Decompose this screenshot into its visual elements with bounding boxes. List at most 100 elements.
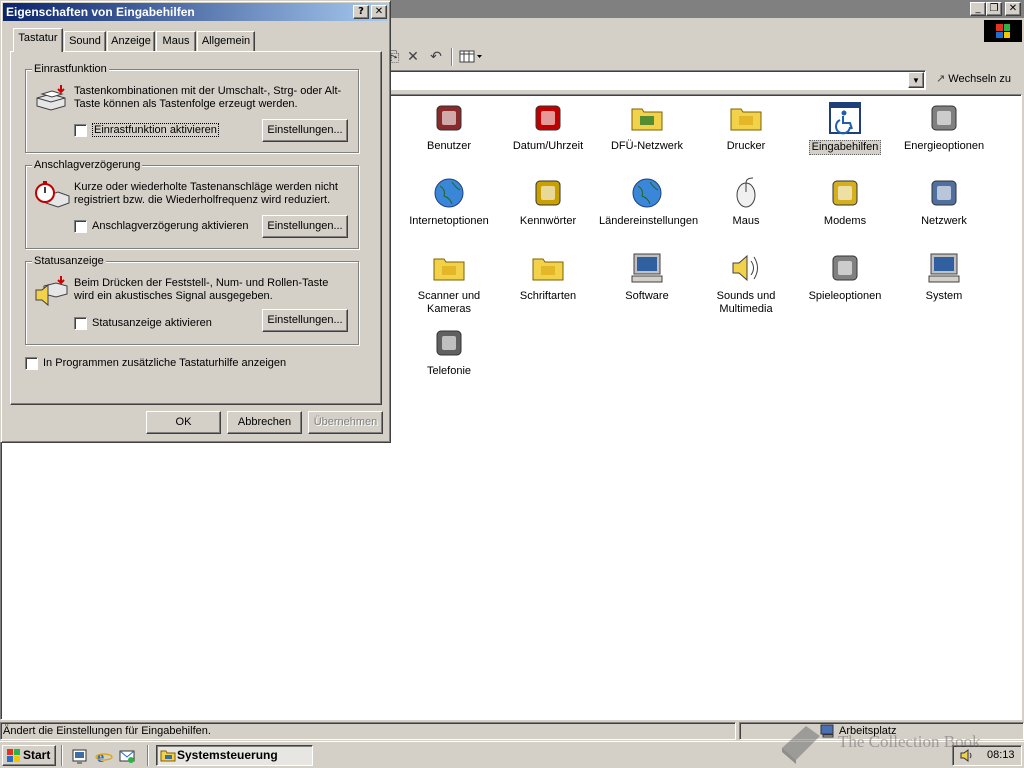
help-button[interactable]: ? [353,5,369,19]
outlook-express-icon[interactable] [118,747,136,765]
control-panel-item[interactable]: Scanner und Kameras [399,251,499,316]
sticky-keys-settings-button[interactable]: Einstellungen... [262,119,348,142]
control-panel-folder-icon [160,748,176,768]
speaker-icon [729,251,763,285]
ok-button[interactable]: OK [146,411,221,434]
keys-icon [531,176,565,210]
undo-icon[interactable]: ↶ [426,48,446,66]
control-panel-item[interactable]: Sounds und Multimedia [696,251,796,316]
date-time-icon [531,101,565,135]
tab-maus[interactable]: Maus [156,31,196,51]
tab-label: Allgemein [201,35,251,47]
toggle-keys-checkbox-label[interactable]: Statusanzeige aktivieren [92,317,212,330]
control-panel-item-label: Netzwerk [921,215,967,227]
toggle-keys-settings-button[interactable]: Einstellungen... [262,309,348,332]
tab-anzeige[interactable]: Anzeige [107,31,155,51]
address-input[interactable]: ▼ [380,70,926,90]
task-button-systemsteuerung[interactable]: Systemsteuerung [156,745,313,766]
control-panel-item[interactable]: Kennwörter [498,176,598,228]
group-title: Einrastfunktion [32,62,109,76]
control-panel-item-label: Internetoptionen [409,215,489,227]
internet-explorer-icon[interactable]: e [95,747,113,766]
control-panel-item[interactable]: Internetoptionen [399,176,499,228]
views-icon[interactable] [458,48,484,66]
control-panel-item[interactable]: Schriftarten [498,251,598,303]
group-einrastfunktion: Einrastfunktion Tastenkombinationen mit … [25,62,359,153]
group-description: Tastenkombinationen mit der Umschalt-, S… [74,85,342,110]
control-panel-item-label: Software [625,290,669,302]
goto-arrow-icon: ↗ [936,72,946,85]
collection-book-logo-icon [778,718,824,764]
tab-tastatur[interactable]: Tastatur [13,28,63,52]
control-panel-item[interactable]: Drucker [696,101,796,153]
users-icon [432,101,466,135]
delete-icon[interactable]: ✕ [403,48,423,66]
control-panel-item-label: Spieleoptionen [808,290,882,302]
control-panel-item[interactable]: Maus [696,176,796,228]
control-panel-item-label: System [925,290,963,302]
control-panel-item[interactable]: Spieleoptionen [795,251,895,303]
accessibility-properties-dialog: Eigenschaften von Eingabehilfen ? ✕ Tast… [0,0,391,443]
dialog-close-button[interactable]: ✕ [371,5,387,19]
control-panel-item[interactable]: Benutzer [399,101,499,153]
tab-sound[interactable]: Sound [64,31,106,51]
filter-keys-settings-button[interactable]: Einstellungen... [262,215,348,238]
status-text: Ändert die Einstellungen für Eingabehilf… [0,722,736,740]
taskbar-divider [147,745,149,766]
minimize-button[interactable]: _ [970,2,986,16]
restore-button[interactable]: ❐ [986,2,1002,16]
power-options-icon [927,101,961,135]
start-label: Start [23,748,51,762]
sticky-keys-checkbox[interactable] [74,124,87,137]
taskbar-divider [61,745,63,766]
control-panel-item[interactable]: Ländereinstellungen [597,176,698,228]
control-panel-item-label: Sounds und Multimedia [716,290,776,315]
control-panel-item[interactable]: Telefonie [399,326,499,378]
accessibility-icon [828,101,862,135]
fonts-folder-icon [531,251,565,285]
focused-label-text: Einrastfunktion aktivieren [92,123,219,137]
control-panel-item[interactable]: DFÜ-Netzwerk [597,101,697,153]
control-panel-item[interactable]: Datum/Uhrzeit [498,101,598,153]
tab-label: Tastatur [18,32,58,44]
goto-button[interactable]: ↗ Wechseln zu [932,70,1020,90]
windows-logo-icon [984,20,1022,42]
tab-label: Maus [162,35,190,47]
filter-keys-checkbox-label[interactable]: Anschlagverzögerung aktivieren [92,220,249,233]
clock: 08:13 [987,749,1015,761]
group-statusanzeige: Statusanzeige Beim Drücken der Feststell… [25,254,359,345]
internet-options-icon [432,176,466,210]
show-desktop-icon[interactable] [71,747,89,765]
dialog-title: Eigenschaften von Eingabehilfen [6,5,195,19]
control-panel-item[interactable]: Eingabehilfen [795,101,895,155]
control-panel-item[interactable]: System [894,251,994,303]
control-panel-item[interactable]: Netzwerk [894,176,994,228]
svg-text:e: e [97,749,104,765]
apply-button[interactable]: Übernehmen [308,411,383,434]
scanner-camera-icon [432,251,466,285]
tab-label: Sound [69,35,101,47]
control-panel-item[interactable]: Energieoptionen [894,101,994,153]
start-button[interactable]: Start [2,745,56,766]
task-label: Systemsteuerung [177,748,278,762]
close-button[interactable]: ✕ [1005,2,1021,16]
control-panel-item-label: Drucker [726,140,766,152]
control-panel-item[interactable]: Software [597,251,697,303]
control-panel-item[interactable]: Modems [795,176,895,228]
sticky-keys-checkbox-label[interactable]: Einrastfunktion aktivieren [92,123,219,137]
extra-keyboard-help-checkbox[interactable] [25,357,38,370]
network-icon [927,176,961,210]
control-panel-item-label: Datum/Uhrzeit [512,140,584,152]
toggle-keys-checkbox[interactable] [74,317,87,330]
address-dropdown-icon[interactable]: ▼ [908,72,924,88]
control-panel-item-label: Schriftarten [519,290,577,302]
extra-keyboard-help-label[interactable]: In Programmen zusätzliche Tastaturhilfe … [43,357,286,370]
filter-keys-checkbox[interactable] [74,220,87,233]
computer-icon [927,251,961,285]
cancel-button[interactable]: Abbrechen [227,411,302,434]
control-panel-item-label: Eingabehilfen [808,140,882,155]
modem-phone-icon [828,176,862,210]
tab-allgemein[interactable]: Allgemein [197,31,255,51]
windows-flag-icon [7,749,20,762]
watermark-text: The Collection Book [838,732,981,751]
